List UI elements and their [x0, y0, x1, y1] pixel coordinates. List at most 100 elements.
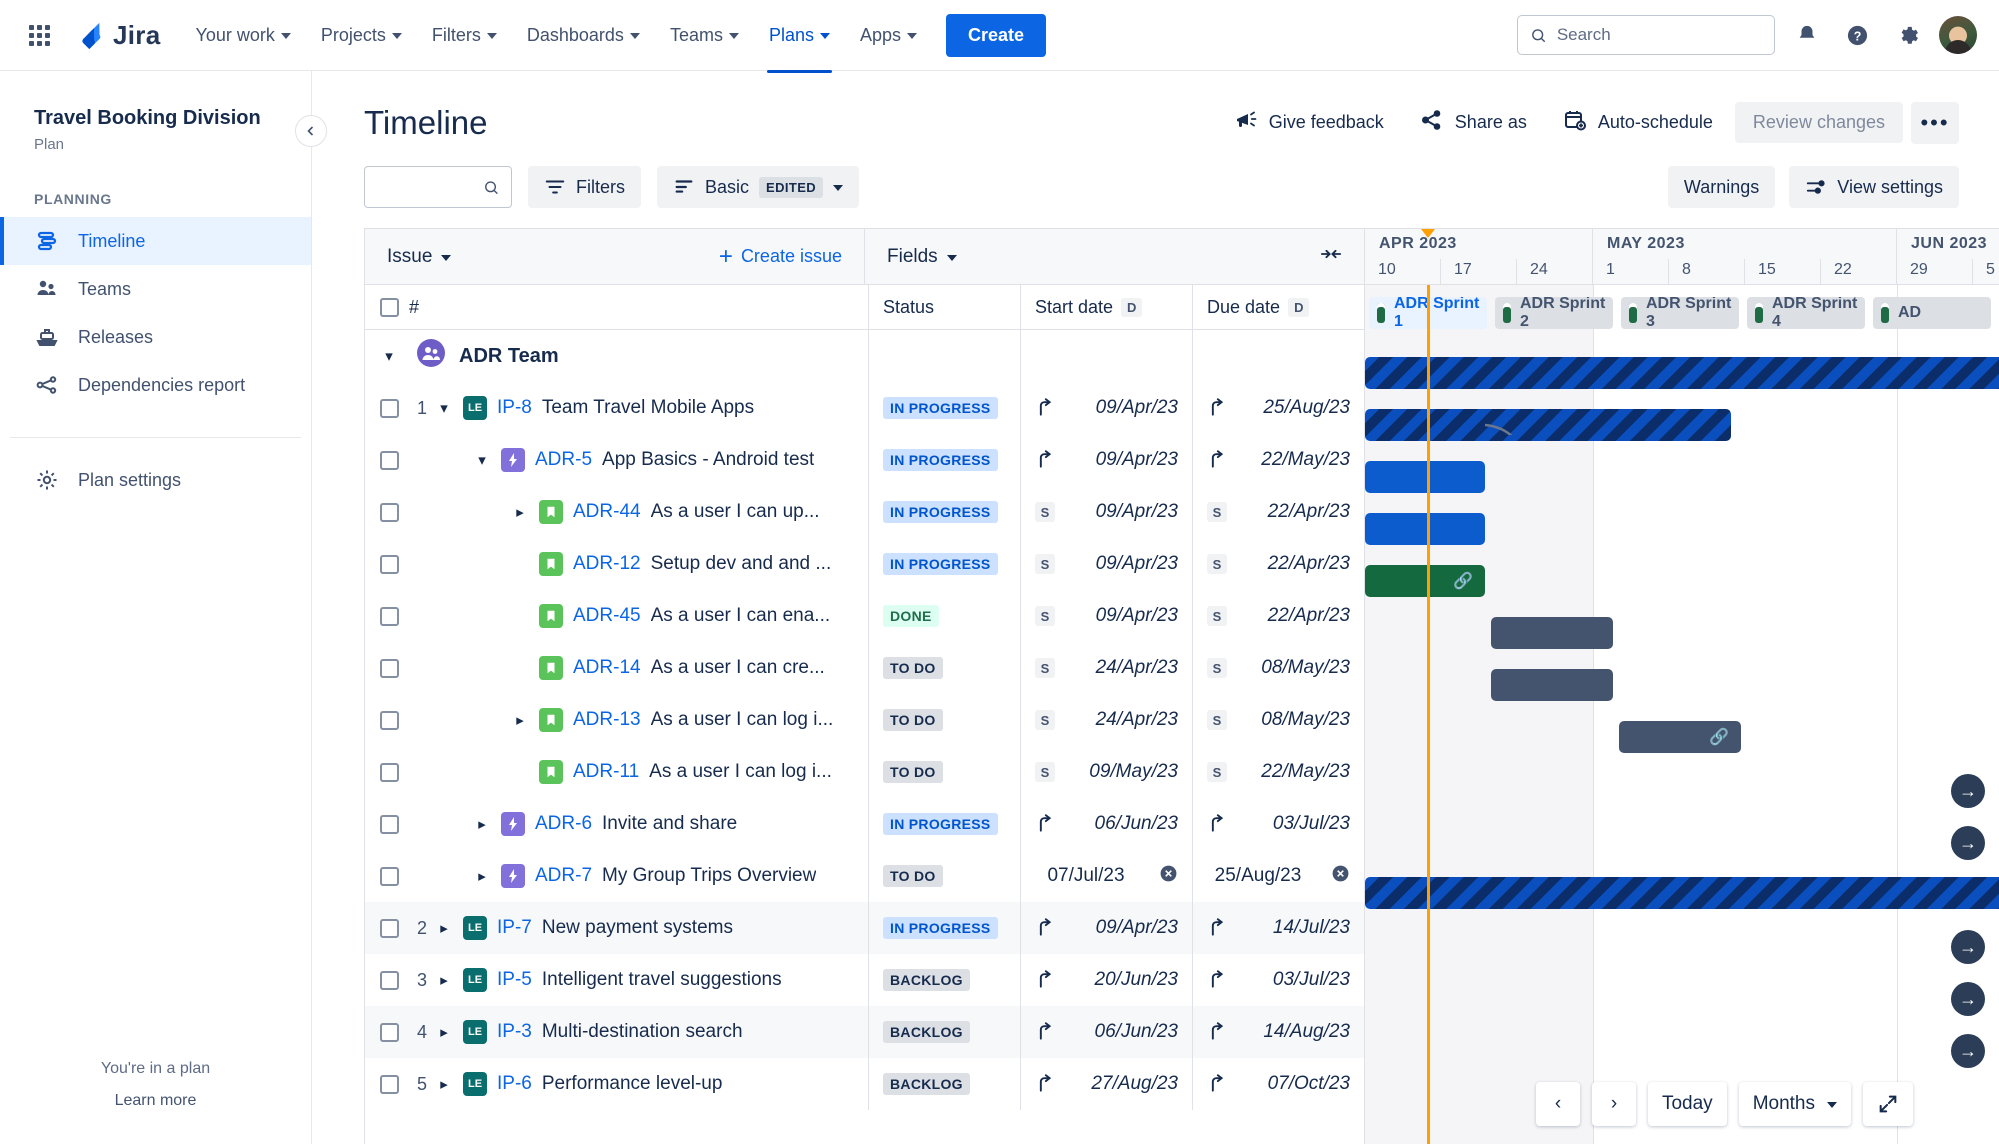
settings-icon[interactable]: [1889, 17, 1925, 53]
issue-summary[interactable]: Team Travel Mobile Apps: [542, 397, 754, 419]
issue-key[interactable]: ADR-14: [573, 657, 641, 679]
status-cell[interactable]: IN PROGRESS: [868, 486, 1020, 538]
table-row[interactable]: ADR-44 As a user I can up... IN PROGRESS…: [365, 486, 1364, 538]
give-feedback-button[interactable]: Give feedback: [1220, 99, 1398, 146]
sprint-chip[interactable]: ADR Sprint 2: [1495, 297, 1613, 329]
chevron-down-icon[interactable]: [473, 451, 491, 469]
table-row[interactable]: 3 LE IP-5 Intelligent travel suggestions…: [365, 954, 1364, 1006]
start-date-cell[interactable]: 06/Jun/23: [1020, 798, 1192, 850]
issue-summary[interactable]: Performance level-up: [542, 1073, 723, 1095]
due-date-cell[interactable]: S 22/Apr/23: [1192, 590, 1364, 642]
table-row[interactable]: ADR-13 As a user I can log i... TO DO S2…: [365, 694, 1364, 746]
row-checkbox[interactable]: [379, 606, 399, 626]
start-date-value[interactable]: 09/Apr/23: [1096, 397, 1192, 419]
scroll-to-item-arrow[interactable]: →: [1951, 774, 1985, 808]
more-actions-button[interactable]: •••: [1911, 101, 1959, 144]
issue-summary[interactable]: Multi-destination search: [542, 1021, 743, 1043]
due-date-cell[interactable]: 25/Aug/23: [1192, 850, 1364, 902]
bar-adr-13[interactable]: [1491, 669, 1613, 701]
warnings-button[interactable]: Warnings: [1667, 166, 1776, 208]
group-row-adr-team[interactable]: ADR Team: [365, 330, 1364, 382]
issue-key[interactable]: ADR-45: [573, 605, 641, 627]
issue-key[interactable]: ADR-7: [535, 865, 592, 887]
nav-filters[interactable]: Filters: [419, 16, 510, 55]
bar-adr-5[interactable]: [1365, 409, 1731, 441]
status-cell[interactable]: IN PROGRESS: [868, 382, 1020, 434]
status-cell[interactable]: IN PROGRESS: [868, 434, 1020, 486]
table-row[interactable]: ADR-5 App Basics - Android test IN PROGR…: [365, 434, 1364, 486]
start-date-value[interactable]: 09/Apr/23: [1096, 917, 1192, 939]
sidebar-collapse-button[interactable]: [295, 115, 327, 147]
start-date-cell[interactable]: S 09/Apr/23: [1020, 486, 1192, 538]
status-cell[interactable]: TO DO: [868, 642, 1020, 694]
issue-key[interactable]: IP-7: [497, 917, 532, 939]
due-date-value[interactable]: 14/Jul/23: [1273, 917, 1364, 939]
bar-adr-44[interactable]: [1365, 461, 1485, 493]
sprint-chip[interactable]: AD: [1873, 297, 1991, 329]
issue-key[interactable]: IP-6: [497, 1073, 532, 1095]
sidebar-item-releases[interactable]: Releases: [0, 313, 311, 361]
create-button[interactable]: Create: [946, 13, 1047, 57]
due-date-cell[interactable]: 14/Jul/23: [1192, 902, 1364, 954]
view-settings-button[interactable]: View settings: [1789, 166, 1959, 208]
bar-adr-12[interactable]: [1365, 513, 1485, 545]
issue-key[interactable]: ADR-13: [573, 709, 641, 731]
status-cell[interactable]: BACKLOG: [868, 1006, 1020, 1058]
scroll-to-item-arrow[interactable]: →: [1951, 826, 1985, 860]
chevron-down-icon[interactable]: [380, 347, 398, 365]
table-row[interactable]: 1 LE IP-8 Team Travel Mobile Apps IN PRO…: [365, 382, 1364, 434]
start-date-value[interactable]: 07/Jul/23: [1047, 865, 1138, 887]
table-row[interactable]: ADR-12 Setup dev and and ... IN PROGRESS…: [365, 538, 1364, 590]
status-cell[interactable]: DONE: [868, 590, 1020, 642]
table-row[interactable]: ADR-14 As a user I can cre... TO DO S 24/…: [365, 642, 1364, 694]
status-cell[interactable]: TO DO: [868, 694, 1020, 746]
row-checkbox[interactable]: [379, 450, 399, 470]
share-as-button[interactable]: Share as: [1406, 99, 1541, 146]
start-date-cell[interactable]: 06/Jun/23: [1020, 1006, 1192, 1058]
start-date-value[interactable]: 06/Jun/23: [1095, 1021, 1192, 1043]
scroll-right-button[interactable]: ›: [1591, 1082, 1636, 1126]
row-checkbox[interactable]: [379, 658, 399, 678]
row-checkbox[interactable]: [379, 866, 399, 886]
issue-key[interactable]: ADR-12: [573, 553, 641, 575]
table-row[interactable]: ADR-45 As a user I can ena... DONE S 09/A…: [365, 590, 1364, 642]
today-button[interactable]: Today: [1647, 1082, 1727, 1126]
due-date-value[interactable]: 03/Jul/23: [1273, 813, 1364, 835]
issue-key[interactable]: ADR-11: [573, 761, 639, 783]
start-date-value[interactable]: 24/Apr/23: [1096, 657, 1192, 679]
row-checkbox[interactable]: [379, 398, 399, 418]
status-cell[interactable]: TO DO: [868, 850, 1020, 902]
review-changes-button[interactable]: Review changes: [1734, 102, 1903, 143]
issue-summary[interactable]: Intelligent travel suggestions: [542, 969, 782, 991]
chevron-right-icon[interactable]: [511, 503, 529, 521]
chevron-right-icon[interactable]: [435, 919, 453, 937]
chevron-right-icon[interactable]: [435, 1075, 453, 1093]
due-date-cell[interactable]: S 22/May/23: [1192, 746, 1364, 798]
issue-summary[interactable]: As a user I can log i...: [651, 709, 834, 731]
start-date-value[interactable]: 09/Apr/23: [1096, 553, 1192, 575]
sidebar-learn-more-link[interactable]: Learn more: [0, 1092, 311, 1110]
due-date-value[interactable]: 22/Apr/23: [1268, 501, 1364, 523]
issue-summary[interactable]: Setup dev and and ...: [651, 553, 832, 575]
start-date-value[interactable]: 09/Apr/23: [1096, 501, 1192, 523]
issue-key[interactable]: IP-8: [497, 397, 532, 419]
start-date-cell[interactable]: 07/Jul/23: [1020, 850, 1192, 902]
status-cell[interactable]: IN PROGRESS: [868, 902, 1020, 954]
issue-key[interactable]: IP-3: [497, 1021, 532, 1043]
start-date-cell[interactable]: 09/Apr/23: [1020, 382, 1192, 434]
issue-summary[interactable]: Invite and share: [602, 813, 737, 835]
chevron-down-icon[interactable]: [435, 399, 453, 417]
issue-key[interactable]: ADR-44: [573, 501, 641, 523]
due-date-value[interactable]: 22/May/23: [1261, 761, 1364, 783]
bar-adr-14[interactable]: [1491, 617, 1613, 649]
issue-key[interactable]: ADR-6: [535, 813, 592, 835]
issue-summary[interactable]: New payment systems: [542, 917, 733, 939]
due-date-value[interactable]: 08/May/23: [1261, 709, 1364, 731]
issue-summary[interactable]: As a user I can log i...: [649, 761, 832, 783]
scroll-to-item-arrow[interactable]: →: [1951, 1034, 1985, 1068]
create-issue-button[interactable]: + Create issue: [719, 244, 842, 268]
due-date-value[interactable]: 22/May/23: [1261, 449, 1364, 471]
notifications-icon[interactable]: [1789, 17, 1825, 53]
due-date-value[interactable]: 14/Aug/23: [1263, 1021, 1364, 1043]
start-date-value[interactable]: 09/May/23: [1089, 761, 1192, 783]
